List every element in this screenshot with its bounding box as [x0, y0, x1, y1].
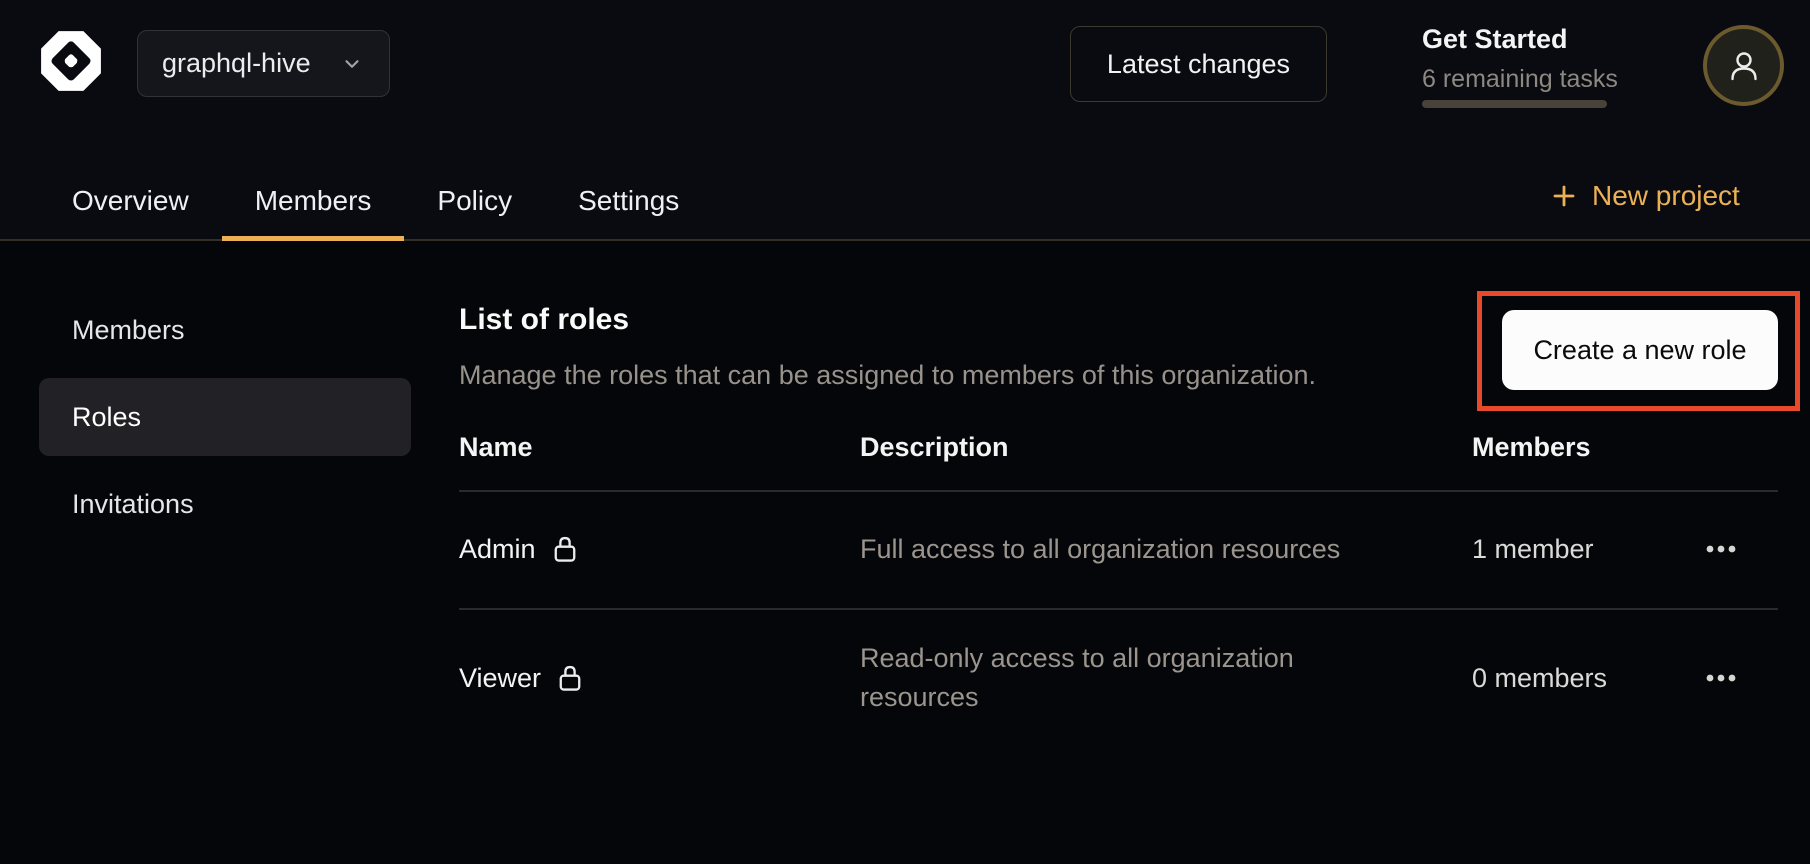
page-title: List of roles — [459, 303, 629, 337]
latest-changes-button[interactable]: Latest changes — [1070, 26, 1327, 102]
lock-icon — [551, 534, 579, 564]
role-description: Read-only access to all organization res… — [860, 639, 1380, 717]
tab-members[interactable]: Members — [222, 160, 405, 241]
tab-settings[interactable]: Settings — [545, 160, 712, 241]
get-started-widget[interactable]: Get Started 6 remaining tasks — [1422, 24, 1622, 94]
role-member-count: 0 members — [1472, 663, 1607, 694]
org-switcher-button[interactable]: graphql-hive — [137, 30, 390, 97]
chevron-down-icon — [341, 53, 363, 75]
column-header-members: Members — [1472, 432, 1591, 463]
user-icon — [1724, 46, 1764, 86]
role-name-cell: Viewer — [459, 663, 584, 694]
row-menu-button[interactable] — [1705, 672, 1737, 684]
column-header-name: Name — [459, 432, 533, 463]
new-project-label: New project — [1592, 180, 1740, 212]
tab-overview[interactable]: Overview — [39, 160, 222, 241]
get-started-progress-bar — [1422, 100, 1607, 108]
get-started-subtitle: 6 remaining tasks — [1422, 65, 1622, 94]
org-tab-bar: Overview Members Policy Settings — [39, 160, 712, 241]
get-started-title: Get Started — [1422, 24, 1622, 55]
sidebar-item-label: Invitations — [72, 489, 194, 520]
sidebar-item-roles[interactable]: Roles — [39, 378, 411, 456]
table-row-admin: Admin Full access to all organization re… — [459, 490, 1778, 608]
page-subtitle: Manage the roles that can be assigned to… — [459, 360, 1316, 391]
sidebar-item-label: Roles — [72, 402, 141, 433]
top-bar: graphql-hive Latest changes Get Started … — [0, 0, 1810, 241]
sidebar-item-label: Members — [72, 315, 185, 346]
role-name: Viewer — [459, 663, 541, 694]
role-name-cell: Admin — [459, 534, 579, 565]
role-member-count: 1 member — [1472, 534, 1594, 565]
plus-icon — [1552, 184, 1576, 208]
sidebar-item-invitations[interactable]: Invitations — [39, 465, 411, 543]
create-new-role-button[interactable]: Create a new role — [1502, 310, 1778, 390]
tab-policy[interactable]: Policy — [404, 160, 545, 241]
role-description: Full access to all organization resource… — [860, 530, 1380, 569]
user-avatar[interactable] — [1703, 25, 1784, 106]
column-header-description: Description — [860, 432, 1009, 463]
sidebar-item-members[interactable]: Members — [39, 291, 411, 369]
row-menu-button[interactable] — [1705, 543, 1737, 555]
org-name: graphql-hive — [162, 48, 311, 79]
lock-icon — [556, 663, 584, 693]
new-project-button[interactable]: New project — [1552, 168, 1740, 224]
hive-logo-icon[interactable] — [38, 28, 104, 94]
table-row-viewer: Viewer Read-only access to all organizat… — [459, 608, 1778, 748]
role-name: Admin — [459, 534, 536, 565]
